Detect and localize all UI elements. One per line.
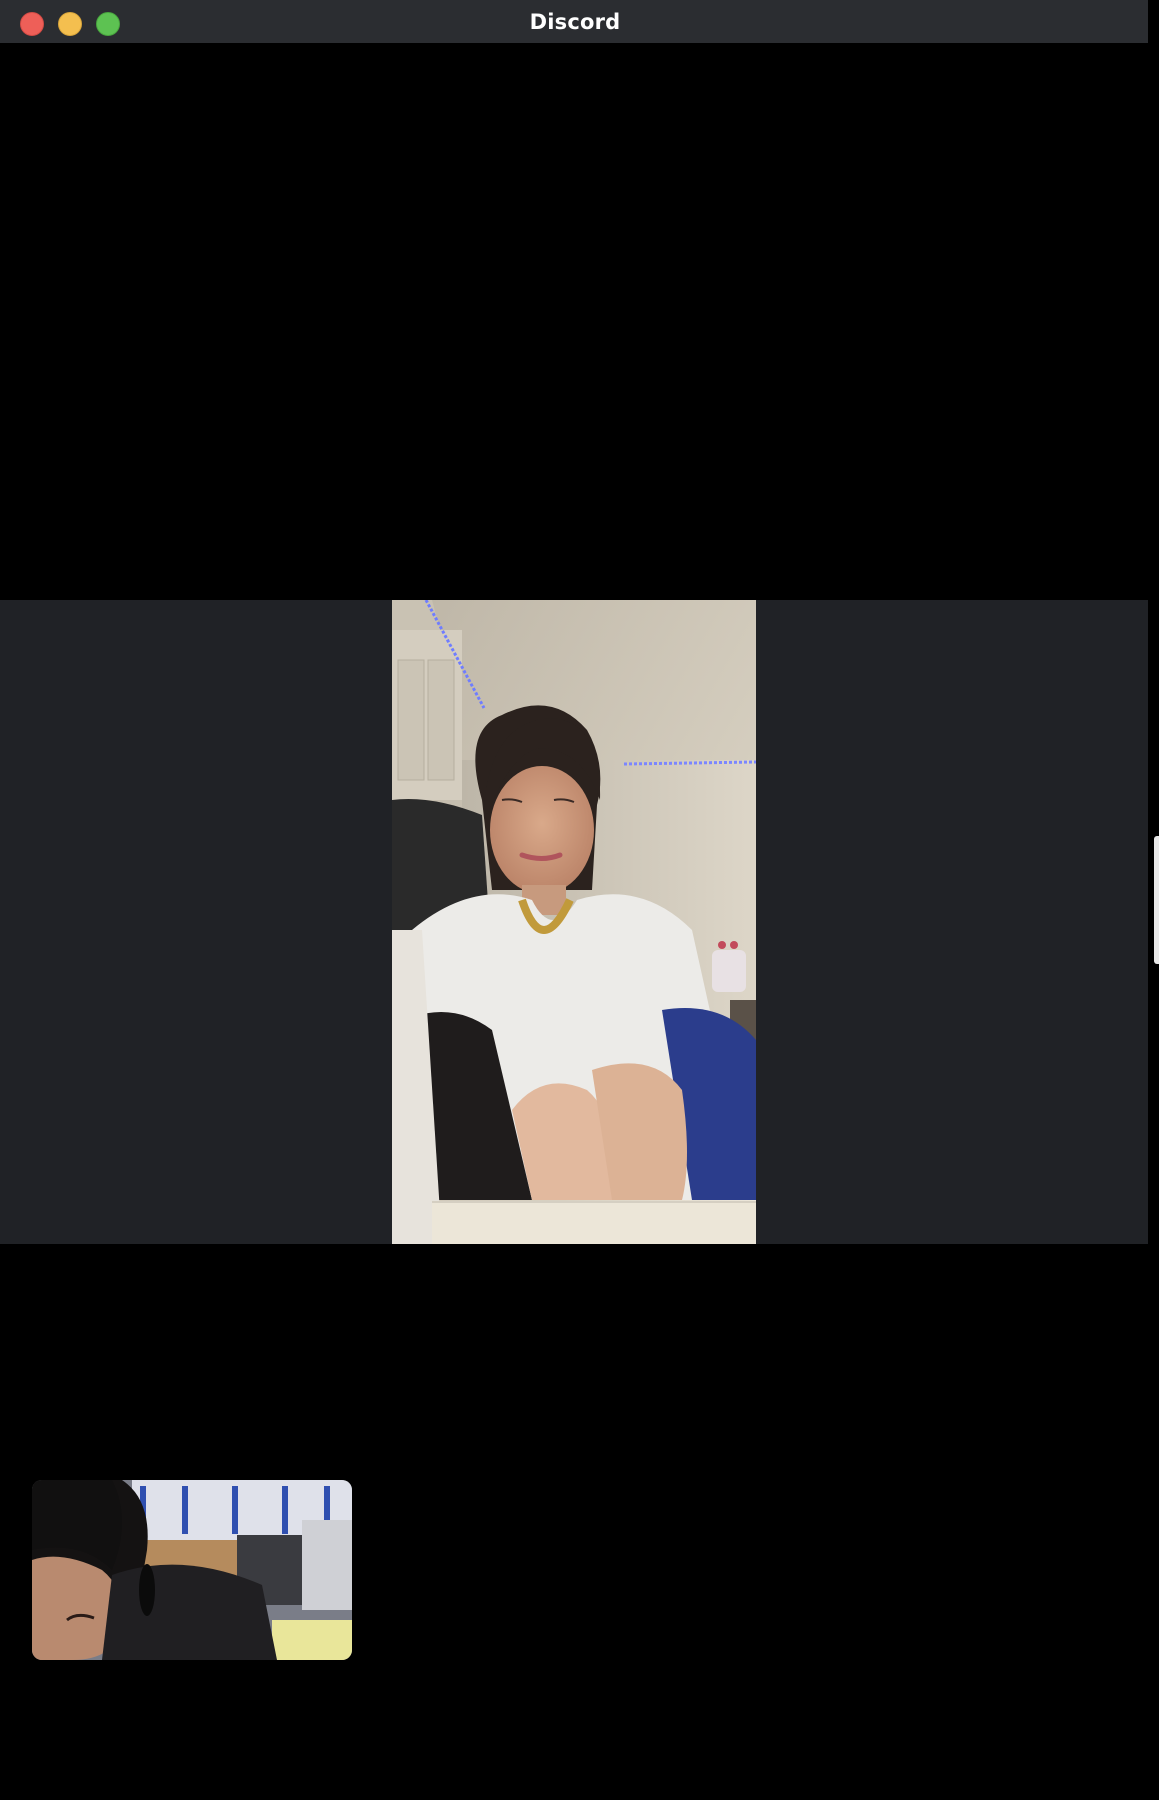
self-video-preview[interactable] [32, 1480, 352, 1660]
remote-video-feed[interactable] [392, 600, 756, 1244]
self-video-image [32, 1480, 352, 1660]
close-window-button[interactable] [20, 12, 44, 36]
video-stage [0, 600, 1148, 1244]
zoom-window-button[interactable] [96, 12, 120, 36]
window-title: Discord [529, 9, 621, 34]
remote-video-image [392, 600, 756, 1244]
discord-window: Discord [0, 0, 1159, 1800]
scrollbar-thumb[interactable] [1154, 836, 1159, 964]
minimize-window-button[interactable] [58, 12, 82, 36]
title-bar[interactable]: Discord [0, 0, 1148, 43]
